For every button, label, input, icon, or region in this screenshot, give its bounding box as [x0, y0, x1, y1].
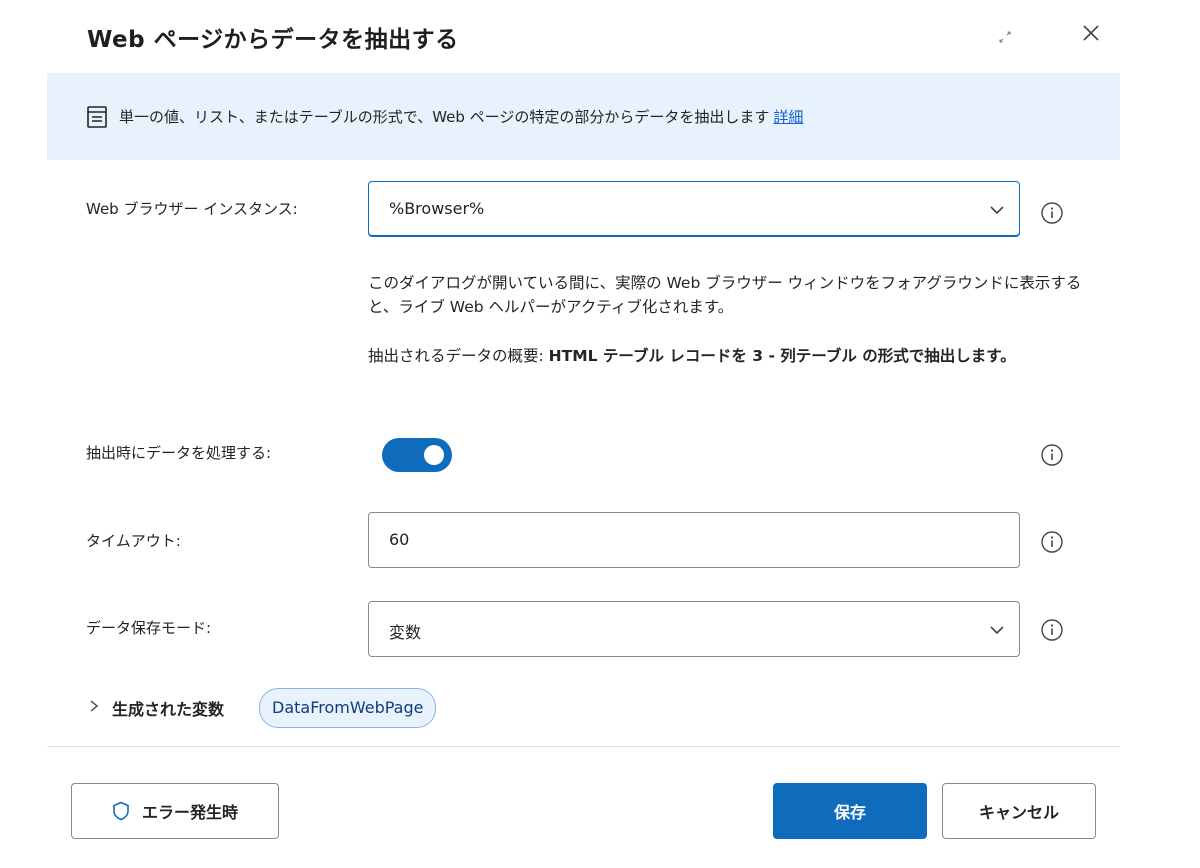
info-icon[interactable] [1040, 618, 1064, 642]
save-button[interactable]: 保存 [773, 783, 927, 839]
info-icon[interactable] [1040, 443, 1064, 467]
storage-mode-value: 変数 [389, 623, 422, 642]
timeout-value: 60 [389, 530, 410, 549]
storage-mode-label: データ保存モード: [86, 619, 212, 637]
on-error-button[interactable]: エラー発生時 [71, 783, 279, 839]
data-summary-prefix: 抽出されるデータの概要: [368, 347, 549, 365]
process-data-toggle[interactable] [382, 438, 452, 472]
process-data-label: 抽出時にデータを処理する: [86, 444, 272, 462]
data-summary: 抽出されるデータの概要: HTML テーブル レコードを 3 - 列テーブル の… [368, 344, 1088, 368]
data-summary-detail: HTML テーブル レコードを 3 - 列テーブル の形式で抽出します。 [548, 347, 1016, 365]
timeout-input[interactable]: 60 [368, 512, 1020, 568]
timeout-label: タイムアウト: [86, 532, 181, 550]
chevron-down-icon [990, 206, 1004, 215]
variable-chip[interactable]: DataFromWebPage [259, 688, 437, 728]
dialog-title: Web ページからデータを抽出する [87, 27, 459, 53]
document-icon [87, 106, 107, 128]
banner-description: 単一の値、リスト、またはテーブルの形式で、Web ページの特定の部分からデータを… [119, 108, 770, 126]
details-link[interactable]: 詳細 [773, 108, 803, 126]
footer-divider [47, 746, 1120, 747]
on-error-label: エラー発生時 [141, 803, 238, 822]
banner-text: 単一の値、リスト、またはテーブルの形式で、Web ページの特定の部分からデータを… [119, 106, 803, 127]
chevron-right-icon[interactable] [86, 698, 102, 714]
info-banner: 単一の値、リスト、またはテーブルの形式で、Web ページの特定の部分からデータを… [47, 73, 1120, 160]
generated-variables-label[interactable]: 生成された変数 [112, 696, 224, 720]
live-helper-hint: このダイアログが開いている間に、実際の Web ブラウザー ウィンドウをフォアグ… [368, 274, 1082, 316]
storage-mode-dropdown[interactable]: 変数 [368, 601, 1020, 657]
cancel-button[interactable]: キャンセル [942, 783, 1096, 839]
close-icon[interactable] [1078, 20, 1104, 46]
toggle-knob [424, 445, 444, 465]
chevron-down-icon [990, 626, 1004, 635]
info-icon[interactable] [1040, 201, 1064, 225]
browser-instance-value: %Browser% [389, 199, 485, 218]
expand-icon[interactable] [994, 26, 1016, 48]
shield-icon [113, 801, 129, 821]
browser-instance-label: Web ブラウザー インスタンス: [86, 200, 298, 218]
info-icon[interactable] [1040, 530, 1064, 554]
browser-instance-dropdown[interactable]: %Browser% [368, 181, 1020, 237]
